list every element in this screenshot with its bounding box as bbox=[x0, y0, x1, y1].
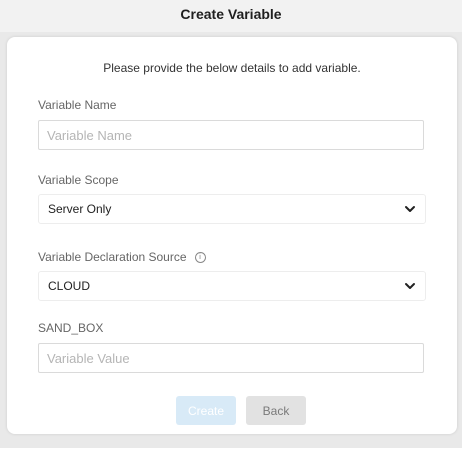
variable-name-input[interactable] bbox=[38, 120, 424, 150]
chevron-down-icon bbox=[405, 206, 415, 212]
sand-box-label-text: SAND_BOX bbox=[38, 321, 104, 335]
page: Create Variable Please provide the below… bbox=[0, 0, 462, 455]
back-button[interactable]: Back bbox=[246, 396, 306, 425]
chevron-down-icon bbox=[405, 283, 415, 289]
sand-box-label: SAND_BOX bbox=[38, 321, 103, 335]
declaration-source-selected-value: CLOUD bbox=[48, 279, 91, 293]
create-button[interactable]: Create bbox=[176, 396, 236, 425]
modal-title: Create Variable bbox=[180, 6, 282, 22]
info-icon[interactable]: i bbox=[194, 251, 206, 263]
declaration-source-label-text: Variable Declaration Source bbox=[38, 250, 187, 264]
variable-name-label: Variable Name bbox=[38, 98, 116, 112]
declaration-source-label: Variable Declaration Source i bbox=[38, 250, 206, 264]
modal-header: Create Variable bbox=[0, 0, 462, 32]
form-intro-text: Please provide the below details to add … bbox=[103, 61, 361, 75]
variable-scope-label-text: Variable Scope bbox=[38, 173, 119, 187]
variable-scope-selected-value: Server Only bbox=[48, 202, 112, 216]
variable-value-input[interactable] bbox=[38, 343, 424, 373]
declaration-source-select[interactable]: CLOUD bbox=[38, 271, 426, 301]
create-variable-form: Please provide the below details to add … bbox=[7, 37, 457, 434]
variable-scope-label: Variable Scope bbox=[38, 173, 119, 187]
variable-name-label-text: Variable Name bbox=[38, 98, 117, 112]
variable-scope-select[interactable]: Server Only bbox=[38, 194, 426, 224]
